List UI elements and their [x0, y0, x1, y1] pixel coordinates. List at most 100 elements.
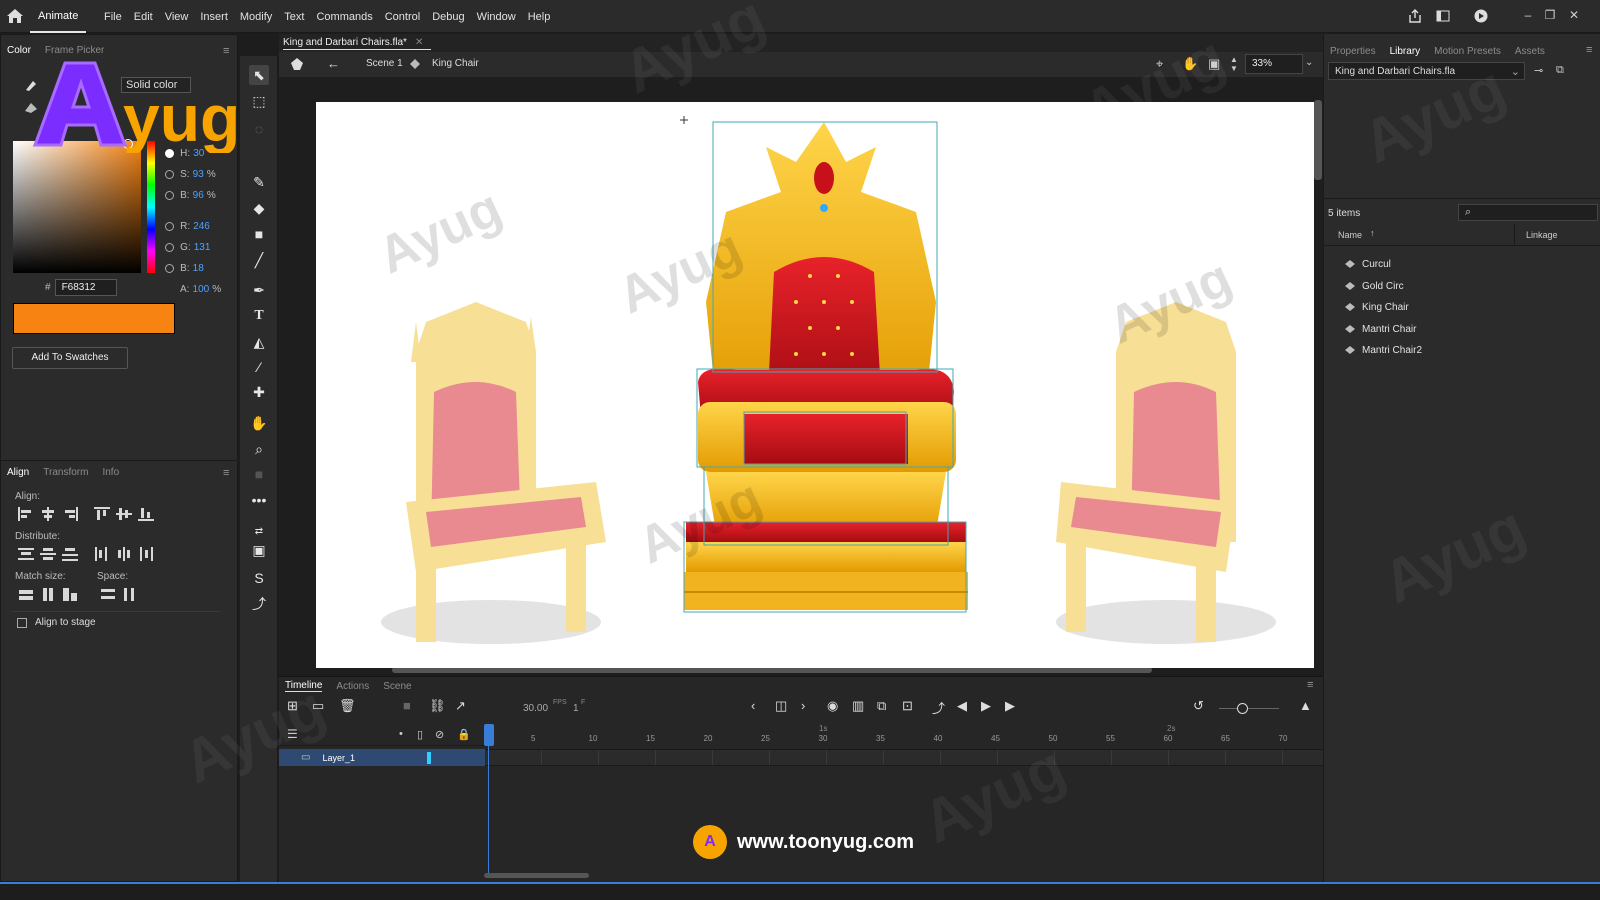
align-to-stage-checkbox[interactable] [17, 617, 27, 628]
menu-modify[interactable]: Modify [240, 11, 272, 23]
close-icon[interactable]: ✕ [1566, 8, 1582, 22]
zoom-dropdown-icon[interactable]: ⌄ [1305, 57, 1313, 68]
align-left-icon[interactable] [18, 507, 34, 521]
lasso-tool-icon[interactable]: ◌ [249, 119, 269, 139]
menu-commands[interactable]: Commands [316, 11, 372, 23]
free-transform-tool-icon[interactable]: ⬚ [249, 91, 269, 111]
previous-keyframe-icon[interactable]: ‹ [751, 698, 755, 713]
brightness-radio[interactable] [165, 191, 174, 200]
smooth-icon[interactable]: ⤴ [249, 594, 269, 614]
camera-icon[interactable]: ■ [403, 698, 411, 713]
column-linkage[interactable]: Linkage [1526, 230, 1558, 240]
pin-tool-icon[interactable]: ✚ [249, 382, 269, 402]
document-tab[interactable]: King and Darbari Chairs.fla* ✕ [283, 36, 432, 50]
create-tween-icon[interactable]: ⧉ [877, 698, 886, 714]
menu-help[interactable]: Help [528, 11, 551, 23]
graph-icon[interactable]: ↗ [455, 698, 466, 714]
timeline-zoom-track[interactable] [1219, 708, 1279, 709]
fps-value[interactable]: 30.00 [523, 703, 548, 714]
pin-library-icon[interactable]: ⊸ [1534, 64, 1543, 77]
blue-value[interactable]: 18 [193, 263, 204, 274]
distribute-vcenter-icon[interactable] [40, 547, 56, 561]
stage[interactable]: Ayug Ayug Ayug Ayug [316, 102, 1314, 668]
new-library-panel-icon[interactable]: ⧉ [1556, 64, 1564, 77]
tab-motion-presets[interactable]: Motion Presets [1434, 46, 1501, 57]
minimize-icon[interactable]: – [1520, 8, 1536, 22]
menu-file[interactable]: File [104, 11, 122, 23]
space-evenly-vertical-icon[interactable] [100, 587, 116, 601]
delete-layer-icon[interactable]: 🗑 [339, 698, 356, 714]
document-tab-close-icon[interactable]: ✕ [415, 37, 423, 48]
branding-url[interactable]: www.toonyug.com [737, 831, 914, 854]
edit-symbols-icon[interactable] [289, 57, 305, 71]
tab-align[interactable]: Align [7, 467, 29, 478]
outline-layers-icon[interactable]: ▯ [417, 728, 423, 741]
distribute-bottom-icon[interactable] [62, 547, 78, 561]
distribute-left-icon[interactable] [94, 547, 110, 561]
align-panel-menu-icon[interactable]: ≡ [223, 467, 229, 479]
tab-transform[interactable]: Transform [43, 467, 88, 478]
line-tool-icon[interactable]: ╱ [249, 250, 269, 270]
library-item[interactable]: Gold Circ [1344, 277, 1404, 295]
hand-tool-icon[interactable]: ✋ [249, 413, 269, 433]
frame-ruler[interactable]: 1s 2s 5 10 15 20 25 30 35 40 45 50 55 60 65 70 [485, 724, 1323, 746]
pen-tool-icon[interactable]: ✒ [249, 280, 269, 300]
step-forward-icon[interactable]: ▶ [1005, 698, 1015, 714]
paint-bucket-tool-icon[interactable]: ◭ [249, 332, 269, 352]
back-arrow-icon[interactable]: ← [327, 56, 340, 71]
library-item[interactable]: Mantri Chair2 [1344, 341, 1422, 359]
selection-tool-icon[interactable]: ⬉ [249, 65, 269, 85]
library-item[interactable]: King Chair [1344, 298, 1409, 316]
align-horizontal-center-icon[interactable] [40, 507, 56, 521]
menu-control[interactable]: Control [385, 11, 420, 23]
menu-debug[interactable]: Debug [432, 11, 464, 23]
stroke-fill-icon[interactable]: ▣ [249, 540, 269, 560]
next-keyframe-icon[interactable]: › [801, 698, 805, 713]
current-frame-value[interactable]: 1 [573, 703, 579, 714]
match-width-height-icon[interactable] [62, 587, 78, 601]
highlight-layers-icon[interactable]: • [399, 728, 403, 740]
menu-insert[interactable]: Insert [200, 11, 228, 23]
column-name[interactable]: Name [1338, 230, 1362, 240]
alpha-value[interactable]: 100 [193, 284, 210, 295]
zoom-tool-icon[interactable]: ⌕ [249, 439, 269, 459]
saturation-radio[interactable] [165, 170, 174, 179]
center-playhead-icon[interactable]: ↺ [1193, 698, 1204, 714]
menu-text[interactable]: Text [284, 11, 304, 23]
library-search-input[interactable]: ⌕ [1458, 204, 1598, 221]
play-icon[interactable]: ▶ [981, 698, 991, 714]
snap-icon[interactable]: S [249, 568, 269, 588]
hue-slider[interactable] [147, 141, 155, 273]
parenting-icon[interactable]: ⛓ [429, 698, 446, 714]
rectangle-tool-icon[interactable]: ■ [249, 224, 269, 244]
distribute-hcenter-icon[interactable] [116, 547, 132, 561]
timeline-menu-icon[interactable]: ≡ [1307, 679, 1313, 691]
lock-layers-icon[interactable]: 🔒 [457, 728, 471, 741]
text-tool-icon[interactable]: T [249, 306, 269, 326]
step-back-icon[interactable]: ◀ [957, 698, 967, 714]
tab-assets[interactable]: Assets [1515, 46, 1545, 57]
eyedropper-tool-icon[interactable]: ⁄ [249, 357, 269, 377]
match-height-icon[interactable] [40, 587, 56, 601]
symbol-breadcrumb[interactable]: King Chair [432, 58, 479, 69]
menu-edit[interactable]: Edit [134, 11, 153, 23]
timeline-scrollbar[interactable] [484, 873, 589, 878]
more-tools-icon[interactable]: ••• [249, 490, 269, 510]
blue-radio[interactable] [165, 264, 174, 273]
align-bottom-icon[interactable] [138, 507, 154, 521]
swap-colors-icon[interactable]: ⇄ [249, 522, 269, 542]
tab-scene[interactable]: Scene [383, 681, 411, 692]
share-icon[interactable] [1408, 9, 1422, 23]
scene-breadcrumb[interactable]: Scene 1 [366, 58, 403, 69]
saturation-value[interactable]: 93 [193, 169, 204, 180]
sort-ascending-icon[interactable]: ↑ [1370, 228, 1375, 238]
library-item[interactable]: Curcul [1344, 255, 1391, 273]
align-top-icon[interactable] [94, 507, 110, 521]
hide-layers-icon[interactable]: ⊘ [435, 728, 444, 741]
library-item[interactable]: Mantri Chair [1344, 320, 1416, 338]
tab-info[interactable]: Info [102, 467, 119, 478]
tab-actions[interactable]: Actions [336, 681, 369, 692]
hex-input[interactable]: F68312 [54, 279, 117, 296]
left-mantri-chair[interactable] [381, 302, 606, 644]
eraser-tool-icon[interactable]: ◆ [249, 198, 269, 218]
